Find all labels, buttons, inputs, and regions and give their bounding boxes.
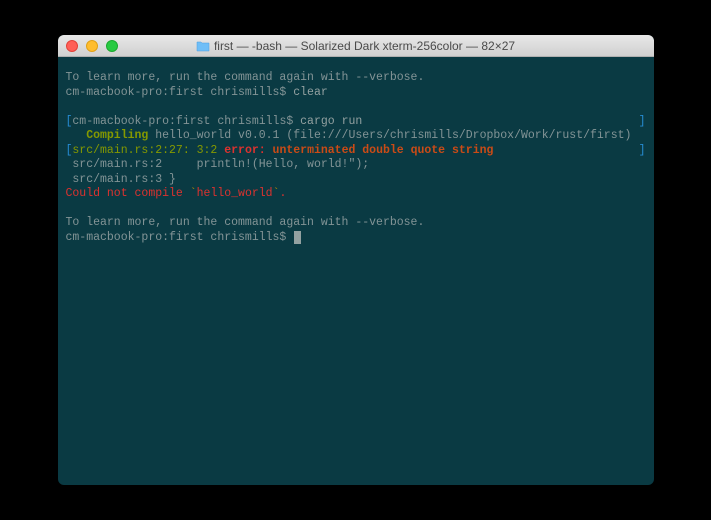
prompt: cm-macbook-pro:first chrismills$ <box>72 115 300 128</box>
command-text: cargo run <box>300 115 362 128</box>
prompt: cm-macbook-pro:first chrismills$ <box>66 86 294 99</box>
error-message: unterminated double quote string <box>266 144 494 157</box>
compiling-line: Compiling hello_world v0.0.1 (file:///Us… <box>66 129 646 144</box>
close-icon[interactable] <box>66 40 78 52</box>
source-location: src/main.rs:2:27: 3:2 <box>72 144 224 157</box>
prompt: cm-macbook-pro:first chrismills$ <box>66 231 294 244</box>
command-text: clear <box>293 86 328 99</box>
output-line: To learn more, run the command again wit… <box>66 71 646 86</box>
error-summary: Could not compile `hello_world`. <box>66 187 646 202</box>
zoom-icon[interactable] <box>106 40 118 52</box>
prompt-line: cm-macbook-pro:first chrismills$ clear <box>66 86 646 101</box>
terminal-output[interactable]: To learn more, run the command again wit… <box>58 57 654 485</box>
could-not-compile: Could not compile <box>66 187 190 200</box>
prompt-line: cm-macbook-pro:first chrismills$ <box>66 231 646 246</box>
traffic-lights <box>66 40 118 52</box>
folder-icon <box>196 40 210 52</box>
backtick: ` <box>190 187 197 200</box>
error-line: [src/main.rs:2:27: 3:2 error: unterminat… <box>66 144 646 159</box>
bracket: ] <box>639 144 646 159</box>
bracket: ] <box>639 115 646 130</box>
source-line: src/main.rs:2 println!(Hello, world!"); <box>66 158 646 173</box>
blank-line <box>66 202 646 217</box>
prompt-line: [cm-macbook-pro:first chrismills$ cargo … <box>66 115 646 130</box>
minimize-icon[interactable] <box>86 40 98 52</box>
terminal-window: first — -bash — Solarized Dark xterm-256… <box>58 35 654 485</box>
blank-line <box>66 100 646 115</box>
output-line: To learn more, run the command again wit… <box>66 216 646 231</box>
source-line: src/main.rs:3 } <box>66 173 646 188</box>
compiling-label: Compiling <box>66 129 149 142</box>
package-name: hello_world <box>197 187 273 200</box>
error-label: error: <box>224 144 265 157</box>
period: . <box>279 187 286 200</box>
cursor-icon <box>294 231 301 244</box>
window-title-text: first — -bash — Solarized Dark xterm-256… <box>214 39 515 53</box>
window-title: first — -bash — Solarized Dark xterm-256… <box>58 39 654 53</box>
titlebar[interactable]: first — -bash — Solarized Dark xterm-256… <box>58 35 654 57</box>
compiling-details: hello_world v0.0.1 (file:///Users/chrism… <box>148 129 631 142</box>
